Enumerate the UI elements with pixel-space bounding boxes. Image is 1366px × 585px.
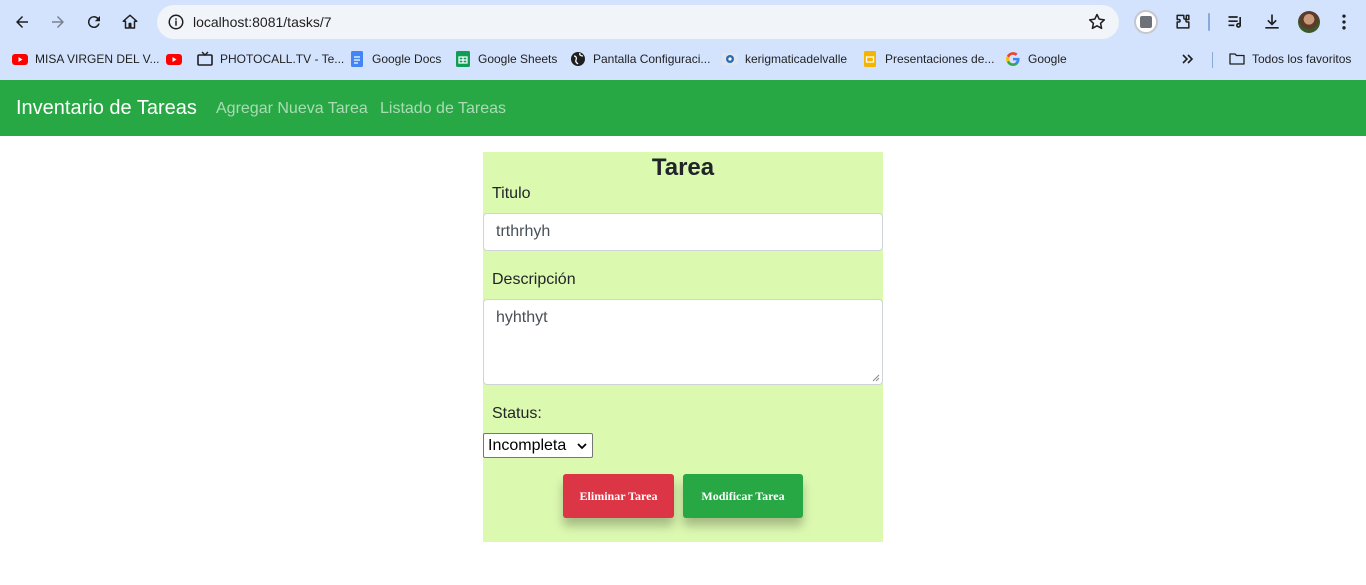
tv-icon — [197, 51, 213, 67]
title-label: Titulo — [492, 185, 531, 202]
app-navbar: Inventario de Tareas Agregar Nueva Tarea… — [0, 80, 1366, 136]
bookmarks-divider — [1212, 52, 1213, 68]
bookmark-youtube[interactable] — [166, 44, 189, 74]
download-icon[interactable] — [1260, 10, 1284, 34]
navbar-brand[interactable]: Inventario de Tareas — [16, 97, 197, 120]
bookmark-label: MISA VIRGEN DEL V... — [35, 52, 160, 66]
google-docs-icon — [349, 51, 365, 67]
globe-icon — [570, 51, 586, 67]
browser-toolbar: localhost:8081/tasks/7 — [0, 0, 1366, 44]
form-heading: Tarea — [651, 154, 715, 181]
bookmark-label: kerigmaticadelvalle — [745, 52, 848, 66]
youtube-icon — [166, 51, 182, 67]
menu-kebab-icon[interactable] — [1332, 10, 1356, 34]
profile-extension-icon[interactable] — [1134, 10, 1158, 34]
delete-task-button[interactable]: Eliminar Tarea — [563, 474, 674, 518]
bookmark-label: Google — [1028, 52, 1067, 66]
title-input-value: trthrhyh — [496, 223, 551, 240]
bookmark-label: Todos los favoritos — [1252, 52, 1352, 66]
bookmark-label: Google Docs — [372, 52, 442, 66]
bookmark-presentaciones[interactable]: Presentaciones de... — [862, 44, 994, 74]
bookmark-photocall[interactable]: PHOTOCALL.TV - Te... — [197, 44, 344, 74]
user-avatar[interactable] — [1298, 11, 1320, 33]
site-info-icon[interactable] — [165, 11, 187, 33]
arrow-right-icon — [52, 16, 64, 28]
all-bookmarks-folder[interactable]: Todos los favoritos — [1229, 44, 1351, 74]
bookmark-google[interactable]: Google — [1005, 44, 1067, 74]
home-button[interactable] — [116, 8, 144, 36]
chevron-down-icon — [577, 442, 587, 449]
bookmark-google-docs[interactable]: Google Docs — [349, 44, 441, 74]
reload-button[interactable] — [80, 8, 108, 36]
bookmark-misa[interactable]: MISA VIRGEN DEL V... — [12, 44, 160, 74]
bookmark-label: Pantalla Configuraci... — [593, 52, 711, 66]
site-icon — [722, 51, 738, 67]
bookmark-label: PHOTOCALL.TV - Te... — [220, 52, 345, 66]
update-task-button[interactable]: Modificar Tarea — [683, 474, 803, 518]
youtube-icon — [12, 51, 28, 67]
bookmark-kerigmatica[interactable]: kerigmaticadelvalle — [722, 44, 847, 74]
extensions-icon[interactable] — [1171, 10, 1195, 34]
task-form-card: Tarea Titulo trthrhyh Descripción hyhthy… — [483, 152, 883, 542]
status-selected-value: Incompleta — [488, 436, 567, 454]
nav-link-task-list[interactable]: Listado de Tareas — [380, 100, 506, 118]
google-sheets-icon — [455, 51, 471, 67]
reading-list-icon[interactable] — [1224, 10, 1248, 34]
google-slides-icon — [862, 51, 878, 67]
arrow-left-icon — [16, 16, 28, 28]
status-label: Status: — [492, 405, 542, 422]
folder-icon — [1229, 51, 1245, 67]
chevron-double-right-icon — [1180, 51, 1196, 67]
bookmark-star-icon[interactable] — [1087, 12, 1107, 32]
bookmark-google-sheets[interactable]: Google Sheets — [455, 44, 557, 74]
description-label: Descripción — [492, 271, 576, 288]
description-textarea[interactable]: hyhthyt — [483, 299, 883, 385]
bookmark-label: Google Sheets — [478, 52, 558, 66]
forward-button[interactable] — [44, 8, 72, 36]
address-bar[interactable]: localhost:8081/tasks/7 — [157, 5, 1119, 39]
reload-icon — [87, 16, 100, 29]
nav-link-add-task[interactable]: Agregar Nueva Tarea — [216, 100, 368, 118]
bookmark-label: Presentaciones de... — [885, 52, 995, 66]
description-value: hyhthyt — [496, 309, 548, 326]
home-icon — [122, 14, 138, 29]
status-select[interactable]: Incompleta — [483, 433, 593, 458]
title-input[interactable]: trthrhyh — [483, 213, 883, 251]
bookmark-pantalla[interactable]: Pantalla Configuraci... — [570, 44, 710, 74]
more-bookmarks-button[interactable] — [1180, 44, 1203, 74]
back-button[interactable] — [8, 8, 36, 36]
google-icon — [1005, 51, 1021, 67]
toolbar-divider — [1208, 13, 1210, 31]
url-text[interactable]: localhost:8081/tasks/7 — [193, 14, 332, 30]
bookmarks-bar: MISA VIRGEN DEL V... PHOTOCALL.TV - Te..… — [0, 44, 1366, 80]
resize-handle-icon[interactable] — [872, 374, 880, 382]
